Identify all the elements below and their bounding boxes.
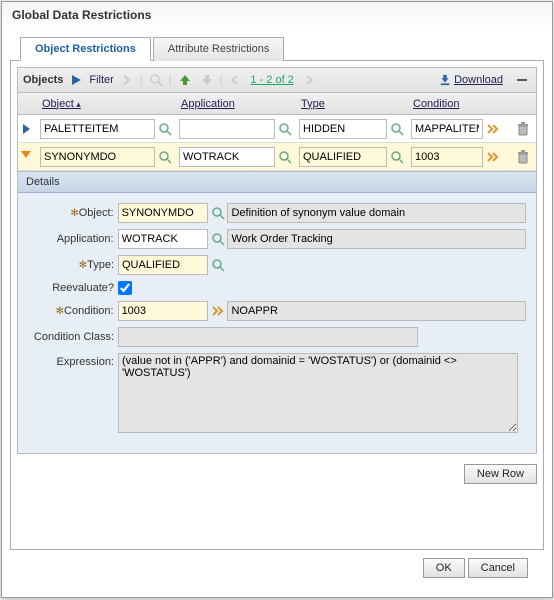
object-field[interactable]	[118, 203, 208, 223]
lookup-icon[interactable]	[275, 147, 295, 167]
table-row[interactable]	[18, 143, 536, 171]
paginator: 1 - 2 of 2	[226, 71, 317, 89]
condclass-label: Condition Class:	[28, 331, 118, 343]
tab-object-restrictions[interactable]: Object Restrictions	[20, 37, 151, 61]
prev-page-icon	[226, 71, 244, 89]
table-label: Objects	[23, 74, 63, 86]
details-section: Details Object: Application:	[17, 172, 537, 454]
find-icon[interactable]	[147, 71, 165, 89]
row2-type[interactable]	[299, 147, 387, 167]
lookup-icon[interactable]	[208, 229, 228, 249]
row2-object[interactable]	[40, 147, 155, 167]
tab-strip: Object Restrictions Attribute Restrictio…	[20, 36, 544, 60]
filter-run-icon[interactable]	[67, 71, 85, 89]
details-body: Object: Application: Type:	[18, 193, 536, 453]
application-desc	[227, 229, 526, 249]
filter-chevron-icon	[118, 71, 136, 89]
lookup-icon[interactable]	[387, 119, 407, 139]
dialog-body: Object Restrictions Attribute Restrictio…	[2, 28, 552, 586]
arrow-down-icon	[198, 71, 216, 89]
row-toggle-icon[interactable]	[23, 124, 30, 134]
dialog: Global Data Restrictions Object Restrict…	[1, 1, 553, 598]
delete-row-icon[interactable]	[513, 119, 533, 139]
tab-panel: Objects Filter | | |	[10, 60, 544, 550]
lookup-icon[interactable]	[275, 119, 295, 139]
detail-menu-icon[interactable]	[208, 301, 228, 321]
col-type[interactable]: Type	[299, 98, 387, 110]
next-page-icon	[300, 71, 318, 89]
condclass-field	[118, 327, 418, 347]
row1-object[interactable]	[40, 119, 155, 139]
row1-condition[interactable]	[411, 119, 483, 139]
delete-row-icon[interactable]	[513, 147, 533, 167]
cancel-button[interactable]: Cancel	[468, 558, 528, 578]
detail-menu-icon[interactable]	[483, 119, 503, 139]
reevaluate-label: Reevaluate?	[28, 282, 118, 294]
reevaluate-checkbox[interactable]	[118, 281, 132, 295]
lookup-icon[interactable]	[155, 147, 175, 167]
col-application[interactable]: Application	[179, 98, 275, 110]
dialog-title: Global Data Restrictions	[2, 2, 552, 28]
lookup-icon[interactable]	[155, 119, 175, 139]
condition-label: Condition:	[28, 305, 118, 317]
grid-header: Object Application Type Condition	[18, 93, 536, 115]
ok-button[interactable]: OK	[423, 558, 465, 578]
row-toggle-icon[interactable]	[21, 151, 31, 163]
expression-field: (value not in ('APPR') and domainid = 'W…	[118, 353, 518, 433]
type-label: Type:	[28, 259, 118, 271]
col-condition[interactable]: Condition	[411, 98, 483, 110]
expression-label: Expression:	[28, 353, 118, 368]
lookup-icon[interactable]	[208, 255, 228, 275]
object-desc	[227, 203, 526, 223]
filter-label[interactable]: Filter	[89, 74, 113, 86]
application-label: Application:	[28, 233, 118, 245]
row1-type[interactable]	[299, 119, 387, 139]
row1-application[interactable]	[179, 119, 275, 139]
tab-attribute-restrictions[interactable]: Attribute Restrictions	[153, 37, 284, 61]
page-range[interactable]: 1 - 2 of 2	[250, 74, 293, 86]
col-object[interactable]: Object	[40, 98, 155, 110]
new-row-button[interactable]: New Row	[464, 464, 537, 484]
lookup-icon[interactable]	[387, 147, 407, 167]
detail-menu-icon[interactable]	[483, 147, 503, 167]
application-field[interactable]	[118, 229, 208, 249]
lookup-icon[interactable]	[208, 203, 228, 223]
arrow-up-icon[interactable]	[176, 71, 194, 89]
details-header: Details	[18, 172, 536, 193]
grid: Object Application Type Condition	[17, 93, 537, 172]
download-link[interactable]: Download	[439, 74, 503, 86]
row2-condition[interactable]	[411, 147, 483, 167]
type-field[interactable]	[118, 255, 208, 275]
condition-desc	[227, 301, 526, 321]
table-toolbar: Objects Filter | | |	[17, 67, 537, 93]
row2-application[interactable]	[179, 147, 275, 167]
object-label: Object:	[28, 207, 118, 219]
collapse-icon[interactable]	[513, 71, 531, 89]
condition-field[interactable]	[118, 301, 208, 321]
table-row[interactable]	[18, 115, 536, 143]
